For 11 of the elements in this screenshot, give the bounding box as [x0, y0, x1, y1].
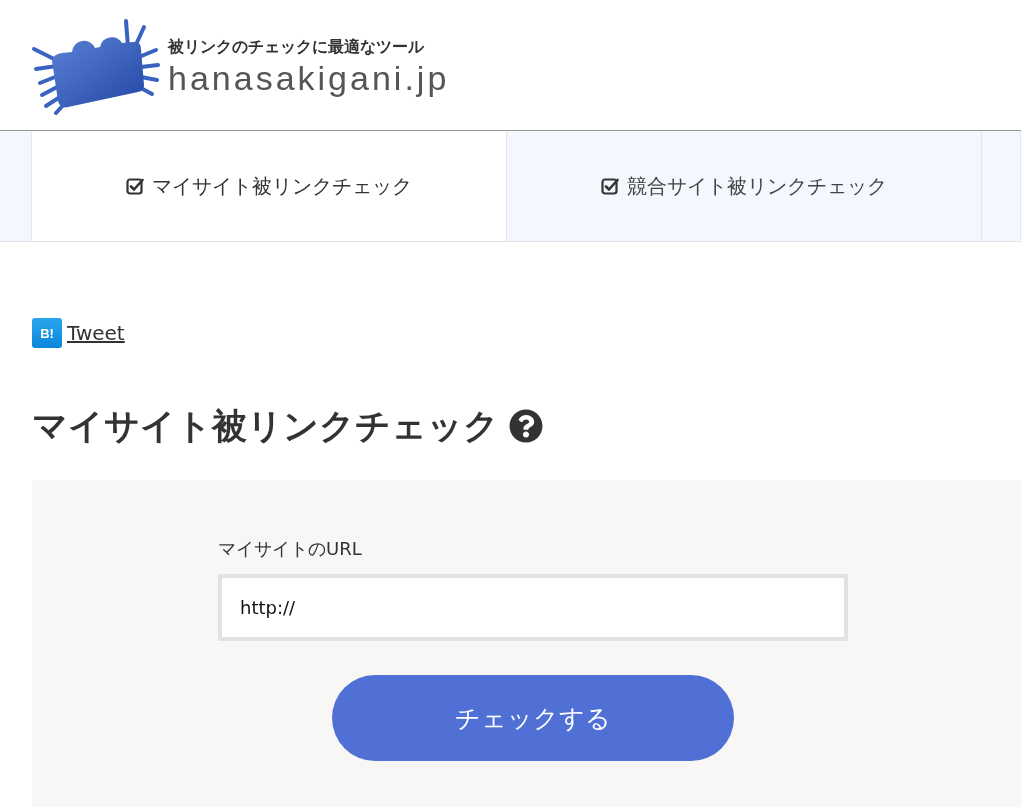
url-input[interactable]: http:// [218, 574, 848, 641]
help-icon[interactable] [509, 409, 543, 443]
check-square-icon [601, 177, 619, 195]
check-button[interactable]: チェックする [332, 675, 734, 761]
url-label: マイサイトのURL [218, 537, 362, 561]
tweet-link[interactable]: Tweet [67, 320, 125, 346]
site-domain: hanasakigani.jp [168, 58, 450, 98]
page-heading: マイサイト被リンクチェック [32, 405, 499, 448]
site-tagline: 被リンクのチェックに最適なツール [168, 36, 425, 58]
tab[interactable]: マイサイト被リンクチェック [32, 131, 507, 241]
check-square-icon [126, 177, 144, 195]
